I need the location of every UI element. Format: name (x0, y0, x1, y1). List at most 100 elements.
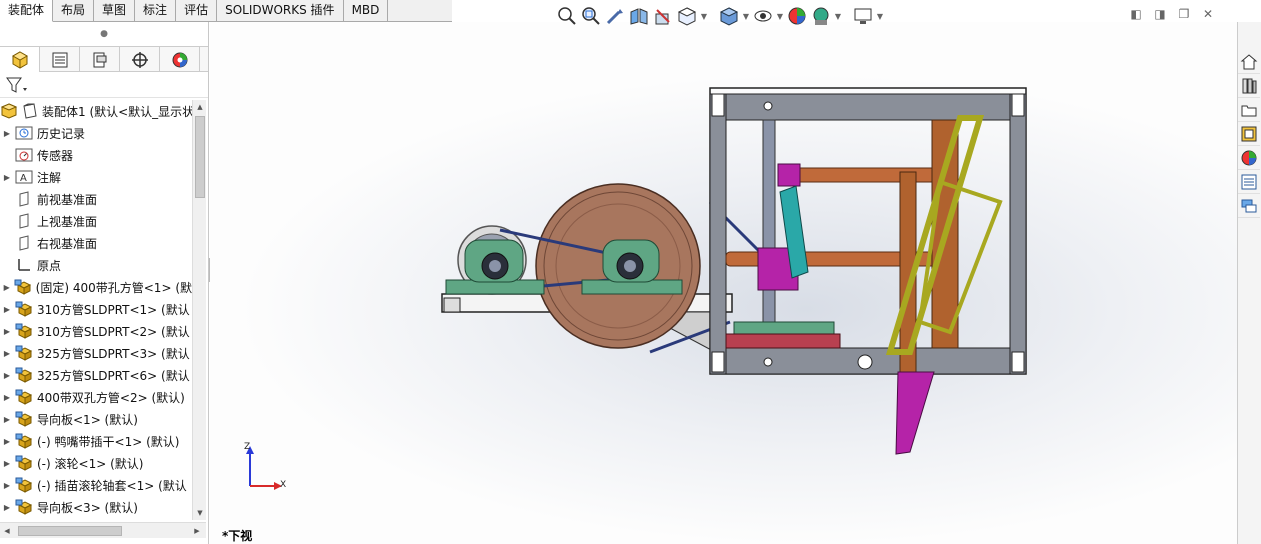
tree-item-part[interactable]: ▶ (固定) 400带孔方管<1> (默 (0, 276, 192, 298)
expand-arrow-icon[interactable]: ▶ (0, 129, 14, 138)
view-settings-icon[interactable] (852, 5, 874, 27)
tab-evaluate[interactable]: 评估 (176, 0, 218, 22)
previous-view-icon[interactable] (604, 5, 626, 27)
tree-item-part[interactable]: ▶ 325方管SLDPRT<6> (默认 (0, 364, 192, 386)
part-icon (14, 366, 34, 384)
expand-arrow-icon[interactable]: ▶ (0, 283, 13, 292)
plane-icon (14, 212, 34, 230)
plane-icon (14, 234, 34, 252)
zoom-to-area-icon[interactable] (580, 5, 602, 27)
svg-text:A: A (20, 173, 27, 184)
triad-z-label: Z (244, 442, 251, 452)
display-style-icon[interactable] (718, 5, 740, 27)
expand-arrow-icon[interactable]: ▶ (0, 393, 14, 402)
section-view-icon[interactable] (628, 5, 650, 27)
duckbill-planter (895, 371, 935, 455)
zoom-to-fit-icon[interactable] (556, 5, 578, 27)
scroll-thumb[interactable] (195, 116, 205, 198)
chevron-down-icon[interactable]: ▼ (876, 12, 884, 21)
tree-item-part[interactable]: ▶ 导向板<3> (默认) (0, 496, 192, 518)
restore-window-icon[interactable]: ❐ (1176, 6, 1192, 22)
tab-layout[interactable]: 布局 (53, 0, 95, 22)
view-palette-icon[interactable] (1238, 122, 1260, 146)
vertical-shaft (762, 119, 776, 349)
expand-arrow-icon[interactable]: ▶ (0, 327, 14, 336)
close-icon[interactable]: ✕ (1200, 6, 1216, 22)
collapse-left-icon[interactable]: ◧ (1128, 6, 1144, 22)
collapse-right-icon[interactable]: ◨ (1152, 6, 1168, 22)
task-pane (1237, 22, 1261, 544)
tree-item-front-plane[interactable]: 前视基准面 (0, 188, 192, 210)
tree-item-part[interactable]: ▶ 325方管SLDPRT<3> (默认 (0, 342, 192, 364)
tab-sketch[interactable]: 草图 (94, 0, 136, 22)
tree-item-part[interactable]: ▶ (-) 插苗滚轮轴套<1> (默认 (0, 474, 192, 496)
chevron-down-icon[interactable]: ▼ (834, 12, 842, 21)
expand-arrow-icon[interactable]: ▶ (0, 415, 14, 424)
expand-arrow-icon[interactable]: ▶ (0, 459, 14, 468)
part-icon (14, 454, 34, 472)
scroll-thumb[interactable] (18, 526, 122, 536)
tab-markup[interactable]: 标注 (135, 0, 177, 22)
expand-arrow-icon[interactable]: ▶ (0, 305, 14, 314)
property-manager-tab[interactable] (40, 47, 80, 72)
solidworks-resources-icon[interactable] (1238, 50, 1260, 74)
edit-appearance-icon[interactable] (786, 5, 808, 27)
filter-row (0, 72, 208, 98)
tree-item-part[interactable]: ▶ 310方管SLDPRT<1> (默认 (0, 298, 192, 320)
scroll-up-icon[interactable]: ▲ (193, 100, 207, 114)
file-explorer-icon[interactable] (1238, 98, 1260, 122)
scroll-down-icon[interactable]: ▼ (193, 506, 207, 520)
expand-arrow-icon[interactable]: ▶ (0, 349, 14, 358)
tree-vertical-scrollbar[interactable]: ▲ ▼ (192, 100, 206, 520)
tree-item-sensors[interactable]: 传感器 (0, 144, 192, 166)
feature-manager-tab[interactable] (0, 47, 40, 72)
tree-item-part[interactable]: ▶ 400带双孔方管<2> (默认) (0, 386, 192, 408)
appearances-scenes-icon[interactable] (1238, 146, 1260, 170)
tab-mbd[interactable]: MBD (344, 0, 389, 22)
expand-arrow-icon[interactable]: ▶ (0, 481, 14, 490)
tree-item-origin[interactable]: 原点 (0, 254, 192, 276)
tab-assembly[interactable]: 装配体 (0, 0, 54, 22)
dynamic-annotation-icon[interactable] (652, 5, 674, 27)
dimxpert-manager-tab[interactable] (120, 47, 160, 72)
tree-item-right-plane[interactable]: 右视基准面 (0, 232, 192, 254)
chevron-down-icon[interactable]: ▼ (776, 12, 784, 21)
tree-item-history[interactable]: ▶ 历史记录 (0, 122, 192, 144)
panel-grip[interactable]: ● (0, 22, 208, 46)
tree-item-part[interactable]: ▶ 导向板<1> (默认) (0, 408, 192, 430)
custom-properties-icon[interactable] (1238, 170, 1260, 194)
command-manager-tabs: 装配体 布局 草图 标注 评估 SOLIDWORKS 插件 MBD (0, 0, 452, 22)
tab-solidworks-addins[interactable]: SOLIDWORKS 插件 (217, 0, 344, 22)
design-library-icon[interactable] (1238, 74, 1260, 98)
filter-icon[interactable] (6, 76, 28, 94)
assembly-model[interactable] (210, 22, 1237, 544)
scroll-left-icon[interactable]: ◀ (0, 524, 14, 538)
tree-root-assembly[interactable]: 装配体1 (默认<默认_显示状 (0, 100, 192, 122)
tree-item-part[interactable]: ▶ (-) 滚轮<1> (默认) (0, 452, 192, 474)
tree-horizontal-scrollbar[interactable]: ◀ ▶ (0, 522, 206, 538)
part-icon (14, 300, 34, 318)
tree-item-top-plane[interactable]: 上视基准面 (0, 210, 192, 232)
chevron-down-icon[interactable]: ▼ (700, 12, 708, 21)
expand-arrow-icon[interactable]: ▶ (0, 503, 14, 512)
tree-item-part[interactable]: ▶ (-) 鸭嘴带插干<1> (默认) (0, 430, 192, 452)
tree-item-annotations[interactable]: ▶ A 注解 (0, 166, 192, 188)
display-manager-tab[interactable] (160, 47, 200, 72)
configuration-manager-tab[interactable] (80, 47, 120, 72)
view-orientation-icon[interactable] (676, 5, 698, 27)
expand-arrow-icon[interactable]: ▶ (0, 371, 14, 380)
property-manager-icon (52, 52, 67, 67)
expand-arrow-icon[interactable]: ▶ (0, 437, 14, 446)
apply-scene-icon[interactable] (810, 5, 832, 27)
configuration-manager-icon (93, 52, 106, 67)
scroll-right-icon[interactable]: ▶ (190, 524, 204, 538)
expand-arrow-icon[interactable]: ▶ (0, 173, 14, 182)
forum-icon[interactable] (1238, 194, 1260, 218)
heads-up-toolbar: ▼ ▼ ▼ ▼ ▼ (556, 4, 884, 28)
part-icon (14, 388, 34, 406)
graphics-area[interactable]: Z X (210, 22, 1237, 544)
hide-show-items-icon[interactable] (752, 5, 774, 27)
crosshair-icon (131, 51, 148, 68)
chevron-down-icon[interactable]: ▼ (742, 12, 750, 21)
tree-item-part[interactable]: ▶ 310方管SLDPRT<2> (默认 (0, 320, 192, 342)
